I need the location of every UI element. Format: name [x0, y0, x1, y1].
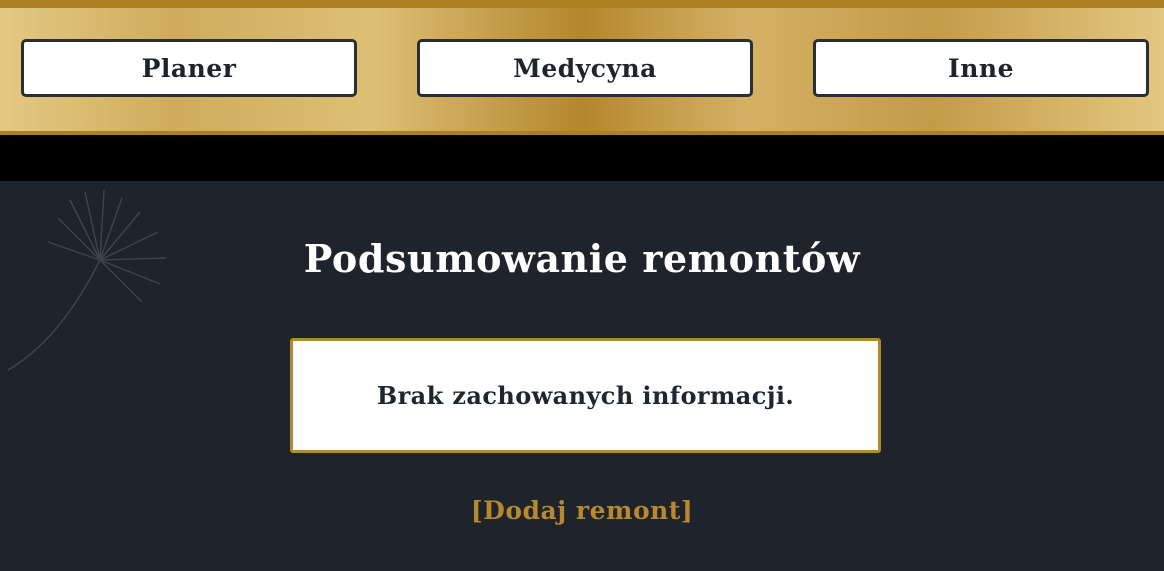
page: Planer Medycyna Inne Podsumowanie remont… [0, 0, 1164, 571]
page-title: Podsumowanie remontów [303, 236, 861, 281]
empty-state-box: Brak zachowanych informacji. [290, 338, 881, 453]
nav-button-inne[interactable]: Inne [813, 39, 1149, 97]
nav-button-planer[interactable]: Planer [21, 39, 357, 97]
add-renovation-link[interactable]: [Dodaj remont] [0, 496, 1164, 525]
empty-state-message: Brak zachowanych informacji. [376, 381, 795, 410]
nav-button-medycyna[interactable]: Medycyna [417, 39, 753, 97]
top-navigation: Planer Medycyna Inne [0, 0, 1164, 135]
